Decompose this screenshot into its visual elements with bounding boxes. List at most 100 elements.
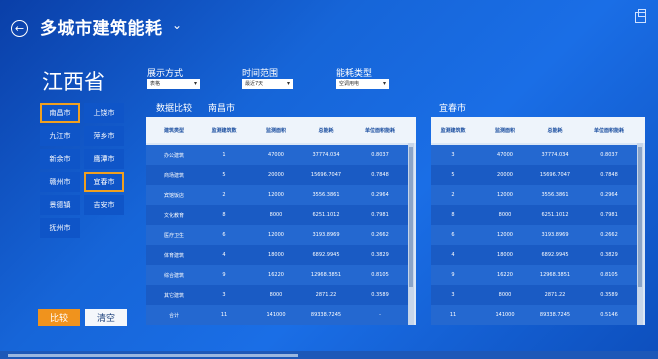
chevron-down-icon: ▾ [382,80,386,87]
table-cell: 2 [451,192,455,198]
table-cell: 0.8037 [371,152,389,158]
table-row[interactable]: 6 12000 3193.8969 0.2662 [202,225,408,245]
city-button[interactable]: 抚州市 [40,218,80,238]
chevron-down-icon: ▾ [286,80,290,87]
table-cell: 8000 [269,212,283,218]
city-button[interactable]: 鹰潭市 [84,149,124,169]
table-row[interactable]: 4 18000 6892.9945 0.3829 [431,245,637,265]
scrollbar-thumb[interactable] [638,147,642,287]
table-cell: 12968.3851 [310,272,342,278]
restore-window-icon[interactable] [635,9,646,23]
table-cell: 3 [451,292,455,298]
city-button[interactable]: 宜春市 [84,172,124,192]
table-cell: 6892.9945 [541,252,569,258]
city-button[interactable]: 上饶市 [84,103,124,123]
row-label: 医疗卫生 [146,225,202,245]
table-row[interactable]: 2 12000 3556.3861 0.2964 [431,185,637,205]
table-cell: 3 [451,152,455,158]
table-cell: 3193.8969 [312,232,340,238]
table-row[interactable]: 11 141000 89338.7245 - [202,305,408,325]
table-row[interactable]: 2 12000 3556.3861 0.2964 [202,185,408,205]
table-cell: 12000 [268,192,284,198]
chevron-down-icon[interactable]: ⌄ [172,18,182,32]
table-cell: 4 [222,252,226,258]
table-cell: 3193.8969 [541,232,569,238]
table-cell: 3556.3861 [312,192,340,198]
table-cell: 0.3589 [600,292,618,298]
table-row[interactable]: 1 47000 37774.034 0.8037 [202,145,408,165]
horizontal-scrollbar-thumb[interactable] [8,354,298,357]
time-range-label: 时间范围 [242,69,279,79]
city-button[interactable]: 赣州市 [40,172,80,192]
table-cell: 20000 [497,172,513,178]
table-row[interactable]: 8 8000 6251.1012 0.7981 [431,205,637,225]
table-2-city-title: 宜春市 [439,104,467,114]
table-header: 监测建筑数 监测面积 总能耗 单位面积能耗 [202,117,416,143]
table-cell: 15696.7047 [539,172,571,178]
table-row[interactable]: 3 47000 37774.034 0.8037 [431,145,637,165]
table-row[interactable]: 5 20000 15696.7047 0.7848 [431,165,637,185]
energy-type-label: 能耗类型 [336,69,373,79]
table-row[interactable]: 8 8000 6251.1012 0.7981 [202,205,408,225]
clear-button[interactable]: 清空 [85,309,127,326]
row-label-column: 建筑类型 办公建筑 商场建筑 宾馆饭店 文化教育 医疗卫生 体育建筑 综合建筑 其它建筑 合计 [146,117,202,325]
table-cell: 0.7981 [371,212,389,218]
table-cell: 2871.22 [544,292,566,298]
table-cell: 0.2964 [371,192,389,198]
energy-type-select[interactable]: 空调用电 ▾ [336,79,389,89]
table-row[interactable]: 3 8000 2871.22 0.3589 [431,285,637,305]
table-cell: 6892.9945 [312,252,340,258]
table-cell: 0.8037 [600,152,618,158]
table-cell: 9 [222,272,226,278]
table-cell: 11 [449,312,457,318]
table-cell: 8 [451,212,455,218]
vertical-scrollbar[interactable] [637,143,643,325]
table-cell: 0.7848 [600,172,618,178]
row-label: 办公建筑 [146,145,202,165]
table-cell: 8000 [498,292,512,298]
table-row[interactable]: 9 16220 12968.3851 0.8105 [202,265,408,285]
table-cell: 8000 [269,292,283,298]
table-cell: 141000 [266,312,286,318]
table-cell: 0.3829 [600,252,618,258]
display-mode-label: 展示方式 [147,69,184,79]
table-cell: 6 [451,232,455,238]
table-cell: 89338.7245 [539,312,571,318]
table-cell: 6251.1012 [541,212,569,218]
compare-button[interactable]: 比较 [38,309,80,326]
table-cell: 12968.3851 [539,272,571,278]
table-cell: 141000 [495,312,515,318]
table-row[interactable]: 11 141000 89338.7245 0.5146 [431,305,637,325]
city-button[interactable]: 吉安市 [84,195,124,215]
back-button[interactable]: ← [11,20,28,37]
table-row[interactable]: 3 8000 2871.22 0.3589 [202,285,408,305]
table-row[interactable]: 5 20000 15696.7047 0.7848 [202,165,408,185]
city-button[interactable]: 景德镇 [40,195,80,215]
table-cell: 0.8105 [600,272,618,278]
time-range-select[interactable]: 最近7天 ▾ [242,79,293,89]
table-cell: 12000 [497,192,513,198]
table-cell: 12000 [497,232,513,238]
table-row[interactable]: 9 16220 12968.3851 0.8105 [431,265,637,285]
city-button[interactable]: 南昌市 [40,103,80,123]
row-label-header: 建筑类型 [146,117,202,143]
table-cell: 12000 [268,232,284,238]
back-arrow-icon: ← [14,22,25,35]
table-cell: 15696.7047 [310,172,342,178]
scrollbar-thumb[interactable] [409,147,413,287]
table-row[interactable]: 4 18000 6892.9945 0.3829 [202,245,408,265]
table-cell: 89338.7245 [310,312,342,318]
table-cell: 37774.034 [312,152,340,158]
city-button[interactable]: 九江市 [40,126,80,146]
table-cell: 0.7848 [371,172,389,178]
city-button[interactable]: 新余市 [40,149,80,169]
display-mode-select[interactable]: 表格 ▾ [147,79,200,89]
vertical-scrollbar[interactable] [408,143,414,325]
table-cell: 0.2964 [600,192,618,198]
table-cell: 6251.1012 [312,212,340,218]
row-label: 其它建筑 [146,285,202,305]
province-name: 江西省 [42,70,105,94]
city-button[interactable]: 萍乡市 [84,126,124,146]
table-cell: 3 [222,292,226,298]
table-row[interactable]: 6 12000 3193.8969 0.2662 [431,225,637,245]
